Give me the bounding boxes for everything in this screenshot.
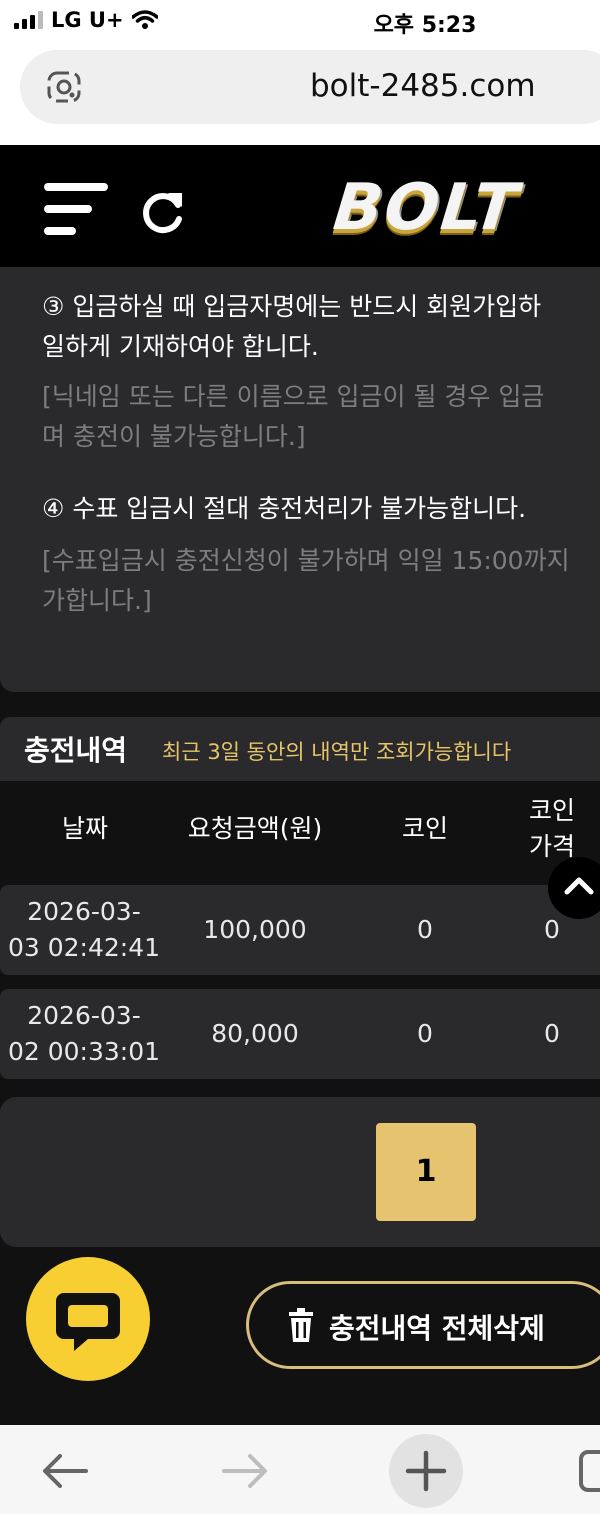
history-subtitle: 최근 3일 동안의 내역만 조회가능합니다 (162, 740, 512, 764)
forward-icon[interactable] (220, 1451, 270, 1491)
notice-item4-note2: 가합니다.] (42, 586, 152, 615)
menu-icon[interactable] (44, 183, 108, 239)
chat-button[interactable] (26, 1257, 150, 1381)
notice-item3-line1: ③ 입금하실 때 입금자명에는 반드시 회원가입하 (42, 292, 542, 321)
column-amount: 요청금액(원) (187, 814, 323, 843)
table-row: 2026-03- 02 00:33:01 80,000 0 0 (0, 989, 600, 1079)
tabs-icon[interactable] (578, 1449, 600, 1493)
column-date: 날짜 (61, 814, 108, 843)
new-tab-icon[interactable] (388, 1433, 464, 1509)
row-amount: 100,000 (203, 915, 307, 944)
row-coin: 0 (417, 1019, 433, 1048)
row-date-2: 02 00:33:01 (7, 1037, 161, 1066)
page-button-current[interactable]: 1 (376, 1123, 476, 1221)
address-bar[interactable]: bolt-2485.com (20, 50, 600, 124)
row-coin: 0 (417, 915, 433, 944)
history-title: 충전내역 (24, 734, 128, 767)
notice-item3-line2: 일하게 기재하여야 합니다. (42, 332, 319, 361)
status-bar: LG U+ 오후 5:23 (0, 0, 600, 44)
browser-toolbar (0, 1425, 600, 1514)
row-date-1: 2026-03- (27, 1001, 141, 1030)
notice-item4-note1: [수표입금시 충전신청이 불가하며 익일 15:00까지 (42, 546, 570, 575)
delete-all-history-button[interactable]: 충전내역 전체삭제 (246, 1281, 600, 1369)
chat-icon (56, 1293, 120, 1351)
table-header: 날짜 요청금액(원) 코인 코인 가격 (0, 781, 600, 871)
top-navigation: BOLT (0, 145, 600, 267)
notice-item3-note1: [닉네임 또는 다른 이름으로 입금이 될 경우 입금 (42, 382, 545, 411)
row-amount: 80,000 (211, 1019, 299, 1048)
history-header: 충전내역 최근 3일 동안의 내역만 조회가능합니다 (0, 717, 600, 781)
row-coin-price: 0 (544, 915, 560, 944)
url-text[interactable]: bolt-2485.com (310, 68, 536, 104)
row-coin-price: 0 (544, 1019, 560, 1048)
deposit-notice: ③ 입금하실 때 입금자명에는 반드시 회원가입하 일하게 기재하여야 합니다.… (0, 267, 600, 692)
app-content: BOLT ③ 입금하실 때 입금자명에는 반드시 회원가입하 일하게 기재하여야… (0, 145, 600, 1425)
scroll-top-button[interactable] (548, 857, 600, 919)
lens-icon[interactable] (46, 70, 82, 104)
column-coin-price-1: 코인 (528, 796, 575, 825)
column-coin: 코인 (401, 814, 448, 843)
trash-icon (289, 1308, 313, 1342)
row-date-2: 03 02:42:41 (7, 933, 161, 962)
back-icon[interactable] (40, 1451, 90, 1491)
pagination: 1 (0, 1097, 600, 1247)
status-time: 오후 5:23 (373, 13, 477, 38)
scroll-top-icon (564, 877, 594, 895)
table-row: 2026-03- 03 02:42:41 100,000 0 0 (0, 885, 600, 975)
delete-all-label: 충전내역 전체삭제 (329, 1312, 545, 1345)
row-date-1: 2026-03- (27, 897, 141, 926)
refresh-icon[interactable] (138, 187, 188, 237)
notice-item4-line1: ④ 수표 입금시 절대 충전처리가 불가능합니다. (42, 494, 527, 523)
bolt-logo[interactable]: BOLT (330, 171, 523, 245)
notice-item3-note2: 며 충전이 불가능합니다.] (42, 422, 306, 451)
